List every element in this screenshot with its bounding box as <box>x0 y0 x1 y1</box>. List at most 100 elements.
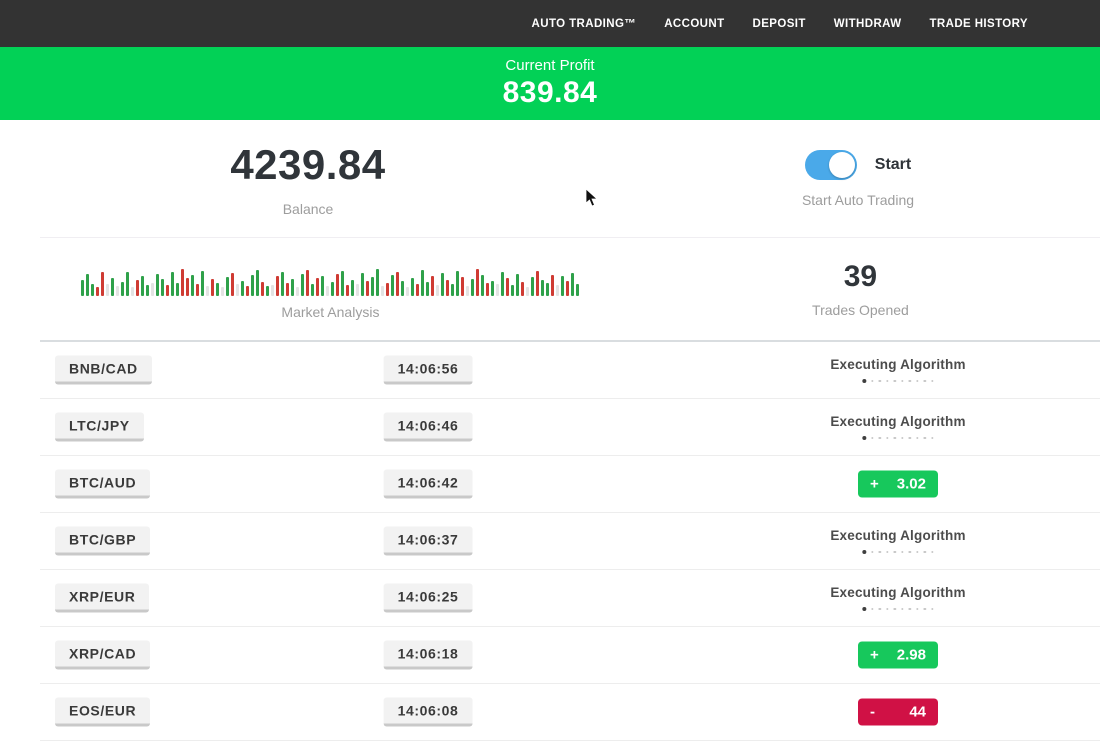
trades-opened-block: 39 Trades Opened <box>621 238 1100 340</box>
progress-dot <box>862 379 866 383</box>
time-badge[interactable]: 14:06:08 <box>384 698 473 727</box>
time-badge[interactable]: 14:06:25 <box>384 584 473 613</box>
pair-badge[interactable]: BTC/AUD <box>55 470 150 499</box>
candle-bar <box>551 275 554 296</box>
result-value: 44 <box>909 704 926 721</box>
progress-dot <box>894 551 897 554</box>
nav-item[interactable]: TRADE HISTORY <box>930 18 1029 30</box>
trade-status: Executing Algorithm <box>830 528 965 554</box>
candle-bar <box>131 287 134 296</box>
candle-bar <box>216 283 219 296</box>
candle-bar <box>521 282 524 296</box>
trade-row: XRP/EUR14:06:25Executing Algorithm <box>40 570 1100 627</box>
time-badge[interactable]: 14:06:42 <box>384 470 473 499</box>
result-sign: + <box>870 476 879 493</box>
nav-item[interactable]: ACCOUNT <box>664 18 724 30</box>
candle-bar <box>181 269 184 296</box>
candle-bar <box>556 285 559 296</box>
result-sign: - <box>870 704 875 721</box>
candle-bar <box>561 276 564 296</box>
nav-item[interactable]: AUTO TRADING™ <box>532 18 637 30</box>
candle-bar <box>441 273 444 296</box>
candle-bar <box>486 283 489 296</box>
candle-bar <box>236 284 239 296</box>
candle-bar <box>151 283 154 296</box>
progress-dot <box>924 551 927 554</box>
candle-bar <box>376 269 379 296</box>
progress-dot <box>886 380 889 383</box>
time-badge[interactable]: 14:06:46 <box>384 413 473 442</box>
candle-bar <box>351 280 354 296</box>
progress-dot <box>924 380 927 383</box>
candle-bar <box>121 282 124 296</box>
trade-row: EOS/EUR 14:06:08 - 44 <box>40 684 1100 741</box>
time-badge[interactable]: 14:06:56 <box>384 356 473 385</box>
candle-bar <box>276 276 279 296</box>
auto-trading-toggle-wrap: Start <box>805 150 911 180</box>
candle-bar <box>571 273 574 296</box>
progress-dots <box>830 379 965 383</box>
nav-item[interactable]: WITHDRAW <box>834 18 902 30</box>
nav-item[interactable]: DEPOSIT <box>753 18 806 30</box>
candle-bar <box>326 286 329 296</box>
pair-badge[interactable]: BNB/CAD <box>55 356 152 385</box>
progress-dot <box>909 608 912 611</box>
pair-badge[interactable]: LTC/JPY <box>55 413 144 442</box>
candle-bar <box>481 275 484 296</box>
candle-bar <box>526 287 529 296</box>
pair-badge[interactable]: BTC/GBP <box>55 527 150 556</box>
candle-bar <box>256 270 259 296</box>
toggle-knob <box>829 152 855 178</box>
pair-badge[interactable]: XRP/EUR <box>55 584 149 613</box>
loss-badge: - 44 <box>858 699 938 726</box>
progress-dot <box>894 380 897 383</box>
progress-dot <box>871 608 874 611</box>
candle-bar <box>206 286 209 296</box>
candle-bar <box>401 281 404 296</box>
progress-dot <box>931 380 934 383</box>
pair-badge[interactable]: XRP/CAD <box>55 641 150 670</box>
candle-bar <box>246 286 249 296</box>
candle-bar <box>516 274 519 296</box>
progress-dot <box>901 380 904 383</box>
top-nav: AUTO TRADING™ ACCOUNT DEPOSIT WITHDRAW TRADE… <box>0 0 1100 47</box>
candle-bar <box>171 272 174 296</box>
candle-bar <box>201 271 204 296</box>
auto-trading-label: Start Auto Trading <box>802 192 914 208</box>
candle-bar <box>416 284 419 296</box>
candle-bar <box>531 277 534 296</box>
candle-bar <box>301 274 304 296</box>
auto-trading-toggle[interactable] <box>805 150 857 180</box>
trades-list: BNB/CAD 14:06:56 Executing Algorithm LTC/JP… <box>40 340 1100 741</box>
candle-bar <box>191 275 194 296</box>
progress-dot <box>879 608 882 611</box>
trade-status: - 44 <box>858 699 938 726</box>
trade-status: +3.02 <box>858 471 938 498</box>
candle-bar <box>421 270 424 296</box>
stats-row-balance: 4239.84 Balance Start Start Auto Trading <box>0 120 1100 237</box>
time-badge[interactable]: 14:06:18 <box>384 641 473 670</box>
nav-menu: AUTO TRADING™ ACCOUNT DEPOSIT WITHDRAW TRADE… <box>532 18 1028 30</box>
candle-bar <box>316 278 319 296</box>
candle-bar <box>386 283 389 296</box>
candle-bar <box>321 276 324 296</box>
progress-dot <box>931 437 934 440</box>
trades-opened-label: Trades Opened <box>812 302 909 318</box>
progress-dot <box>862 436 866 440</box>
candle-bar <box>271 285 274 296</box>
candle-bar <box>436 285 439 296</box>
time-badge[interactable]: 14:06:37 <box>384 527 473 556</box>
progress-dot <box>931 551 934 554</box>
candle-bar <box>166 285 169 296</box>
candle-bar <box>446 280 449 296</box>
candle-bar <box>536 271 539 296</box>
result-value: 2.98 <box>897 647 926 664</box>
candle-bar <box>161 279 164 296</box>
current-profit-label: Current Profit <box>505 57 594 74</box>
progress-dot <box>886 608 889 611</box>
pair-badge[interactable]: EOS/EUR <box>55 698 150 727</box>
progress-dot <box>894 437 897 440</box>
progress-dots <box>830 436 965 440</box>
candle-bar <box>91 284 94 296</box>
progress-dot <box>862 550 866 554</box>
